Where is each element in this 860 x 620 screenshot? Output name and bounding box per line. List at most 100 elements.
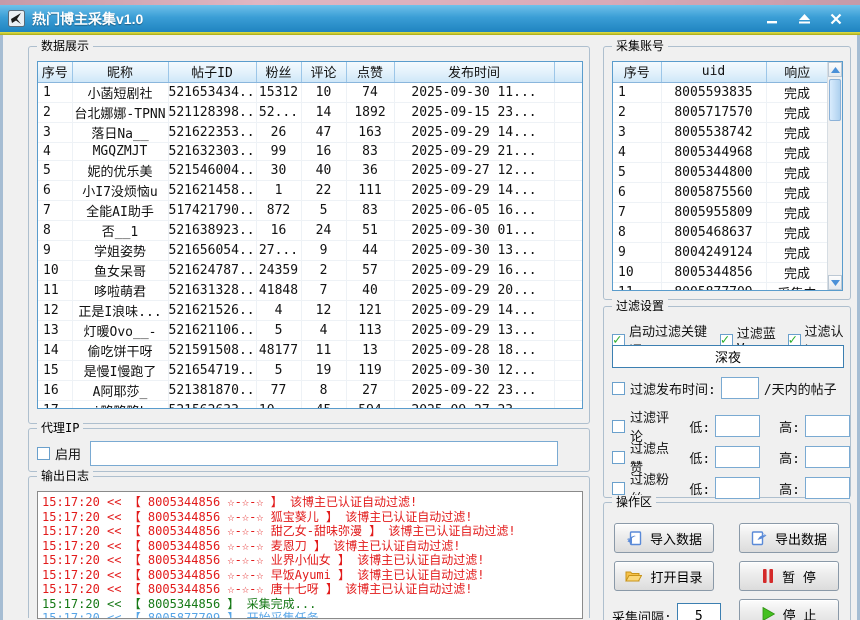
stop-button[interactable]: 停 止: [739, 599, 839, 620]
cell: 10...: [256, 400, 301, 409]
cell: 2025-09-29 20...: [394, 280, 554, 300]
cell: 12: [301, 300, 346, 320]
table-row[interactable]: 16A阿耶莎_521381870...778272025-09-22 23...: [38, 380, 582, 400]
range-filter-checkbox[interactable]: [612, 451, 625, 464]
table-row[interactable]: 18005593835完成: [613, 82, 828, 102]
table-row[interactable]: 17i略略略k521562633...10...455942025-09-27 …: [38, 400, 582, 409]
log-output[interactable]: 15:17:20 << 【 8005344856 ☆-☆-☆ 】 该博主已认证自…: [37, 491, 583, 619]
cell: 10: [301, 82, 346, 102]
folder-icon: [625, 569, 642, 583]
table-row[interactable]: 2台北娜娜-TPNN521128398...52...1418922025-09…: [38, 102, 582, 122]
table-row[interactable]: 98004249124完成: [613, 242, 828, 262]
table-row[interactable]: 3落日Na__521622353...26471632025-09-29 14.…: [38, 122, 582, 142]
interval-input[interactable]: [677, 603, 721, 620]
column-header[interactable]: 序号: [38, 62, 72, 82]
column-header[interactable]: [554, 62, 582, 82]
close-button[interactable]: [828, 12, 844, 26]
open-directory-button[interactable]: 打开目录: [614, 561, 714, 591]
maximize-button[interactable]: [796, 12, 812, 26]
time-filter-checkbox[interactable]: [612, 382, 625, 395]
cell: 完成: [766, 162, 828, 182]
column-header[interactable]: 序号: [613, 62, 661, 82]
table-row[interactable]: 14偷吃饼干呀521591508...4817711132025-09-28 1…: [38, 340, 582, 360]
table-row[interactable]: 12正是I浪味...521621526...4121212025-09-29 1…: [38, 300, 582, 320]
accounts-table: 序号uid响应 18005593835完成28005717570完成380055…: [612, 61, 843, 291]
cell: 13: [38, 320, 72, 340]
cell: 6: [613, 182, 661, 202]
table-row[interactable]: 118005877709采集中: [613, 282, 828, 291]
table-row[interactable]: 88005468637完成: [613, 222, 828, 242]
table-row[interactable]: 11哆啦萌君521631328...418487402025-09-29 20.…: [38, 280, 582, 300]
range-filter-checkbox[interactable]: [612, 420, 625, 433]
cell: 2: [38, 102, 72, 122]
time-filter-input[interactable]: [721, 377, 759, 399]
table-row[interactable]: 9学姐姿势521656054...27...9442025-09-30 13..…: [38, 240, 582, 260]
table-row[interactable]: 6小I7没烦恼u521621458...1221112025-09-29 14.…: [38, 180, 582, 200]
window-title: 热门博主采集v1.0: [32, 9, 143, 29]
column-header[interactable]: 响应: [766, 62, 828, 82]
keyword-input[interactable]: [612, 345, 844, 368]
cell: 521562633...: [168, 400, 256, 409]
table-row[interactable]: 78005955809完成: [613, 202, 828, 222]
table-row[interactable]: 28005717570完成: [613, 102, 828, 122]
scrollbar-thumb[interactable]: [829, 79, 841, 121]
table-row[interactable]: 38005538742完成: [613, 122, 828, 142]
cell: 完成: [766, 182, 828, 202]
low-label: 低:: [689, 479, 710, 498]
low-input[interactable]: [715, 446, 760, 468]
log-line: 15:17:20 << 【 8005344856 ☆-☆-☆ 业界小仙女 】 该…: [42, 553, 578, 568]
table-row[interactable]: 58005344800完成: [613, 162, 828, 182]
cell: 26: [256, 122, 301, 142]
table-row[interactable]: 7全能AI助手517421790...8725832025-06-05 16..…: [38, 200, 582, 220]
cell: 完成: [766, 102, 828, 122]
cell: 8004249124: [661, 242, 766, 262]
cell: 47: [301, 122, 346, 142]
log-line: 15:17:20 << 【 8005344856 ☆-☆-☆ 麦恩刀 】 该博主…: [42, 539, 578, 554]
column-header[interactable]: 粉丝: [256, 62, 301, 82]
cell: 521654719...: [168, 360, 256, 380]
column-header[interactable]: 评论: [301, 62, 346, 82]
cell: 51: [346, 220, 394, 240]
accounts-scrollbar[interactable]: [827, 62, 842, 290]
table-row[interactable]: 10鱼女呆哥521624787...243592572025-09-29 16.…: [38, 260, 582, 280]
high-input[interactable]: [805, 415, 850, 437]
table-row[interactable]: 1小菡短剧社521653434...1531210742025-09-30 11…: [38, 82, 582, 102]
export-data-button[interactable]: 导出数据: [739, 523, 839, 553]
column-header[interactable]: 点赞: [346, 62, 394, 82]
table-row[interactable]: 48005344968完成: [613, 142, 828, 162]
table-row[interactable]: 68005875560完成: [613, 182, 828, 202]
table-row[interactable]: 15是慢I慢跑了521654719...5191192025-09-30 12.…: [38, 360, 582, 380]
table-row[interactable]: 5妮的优乐美521546004...3040362025-09-27 12...: [38, 160, 582, 180]
cell: 完成: [766, 222, 828, 242]
pause-button[interactable]: 暂 停: [739, 561, 839, 591]
cell: 14: [301, 102, 346, 122]
column-header[interactable]: uid: [661, 62, 766, 82]
cell: 4: [613, 142, 661, 162]
scroll-down-icon[interactable]: [828, 275, 842, 290]
cell: 2025-09-15 23...: [394, 102, 554, 122]
high-input[interactable]: [805, 446, 850, 468]
proxy-enable-checkbox[interactable]: [37, 447, 50, 460]
table-row[interactable]: 4MGQZMJT521632303...9916832025-09-29 21.…: [38, 142, 582, 160]
proxy-input[interactable]: [90, 441, 558, 466]
table-row[interactable]: 108005344856完成: [613, 262, 828, 282]
table-row[interactable]: 8否__1521638923...1624512025-09-30 01...: [38, 220, 582, 240]
cell: 163: [346, 122, 394, 142]
cell: 521638923...: [168, 220, 256, 240]
cell: 521656054...: [168, 240, 256, 260]
cell: 521621526...: [168, 300, 256, 320]
import-data-button[interactable]: 导入数据: [614, 523, 714, 553]
table-row[interactable]: 13灯暖Ovo__-521621106...541132025-09-29 13…: [38, 320, 582, 340]
column-header[interactable]: 昵称: [72, 62, 168, 82]
scroll-up-icon[interactable]: [828, 62, 842, 77]
high-input[interactable]: [805, 477, 850, 499]
table-header-row: 序号uid响应: [613, 62, 828, 82]
low-input[interactable]: [715, 415, 760, 437]
cell: 4: [38, 142, 72, 160]
low-input[interactable]: [715, 477, 760, 499]
minimize-button[interactable]: [764, 12, 780, 26]
cell: [554, 300, 582, 320]
range-filter-checkbox[interactable]: [612, 482, 625, 495]
column-header[interactable]: 帖子ID: [168, 62, 256, 82]
column-header[interactable]: 发布时间: [394, 62, 554, 82]
